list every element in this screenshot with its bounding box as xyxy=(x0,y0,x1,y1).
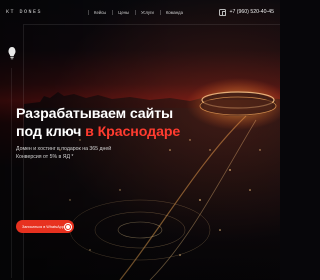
nav-item-team[interactable]: Команда xyxy=(159,9,185,15)
header-contact: +7 (960) 520-40-45 xyxy=(219,8,274,16)
logo[interactable]: КТ DONES xyxy=(6,9,54,15)
lightbulb-icon xyxy=(8,47,16,60)
hero-title-accent: в Краснодаре xyxy=(85,123,181,140)
nav-item-cases[interactable]: Кейсы xyxy=(88,9,108,15)
hero-title-line-1: Разрабатываем сайты xyxy=(16,106,174,122)
hero-subtitle-line-1: Домен и хостинг в подарок на 365 дней xyxy=(16,146,112,152)
hero-title-plain: под ключ xyxy=(16,123,86,140)
page: КТ DONES Кейсы Цены Услуги Команда +7 (9… xyxy=(0,0,280,280)
hero: Разрабатываем сайты под ключ в Краснодар… xyxy=(16,106,276,161)
phone-link[interactable]: +7 (960) 520-40-45 xyxy=(229,9,274,15)
hero-subtitle: Домен и хостинг в подарок на 365 дней Ко… xyxy=(16,146,276,161)
nav-item-services[interactable]: Услуги xyxy=(134,9,156,15)
whatsapp-button[interactable]: Записаться в WhatsApp xyxy=(16,220,74,233)
rail-line xyxy=(11,68,12,278)
hero-subtitle-line-2: Конверсия от 5% в ЯД * xyxy=(16,153,74,160)
hero-title: Разрабатываем сайты под ключ в Краснодар… xyxy=(16,106,276,141)
whatsapp-icon xyxy=(63,222,72,231)
main-nav: Кейсы Цены Услуги Команда xyxy=(88,9,185,15)
hero-title-line-2: под ключ в Краснодаре xyxy=(16,124,276,142)
whatsapp-button-label: Записаться в WhatsApp xyxy=(22,224,64,229)
top-header: КТ DONES Кейсы Цены Услуги Команда +7 (9… xyxy=(0,0,280,24)
phone-icon xyxy=(219,8,227,16)
nav-item-prices[interactable]: Цены xyxy=(112,9,131,15)
header-divider xyxy=(24,24,280,25)
